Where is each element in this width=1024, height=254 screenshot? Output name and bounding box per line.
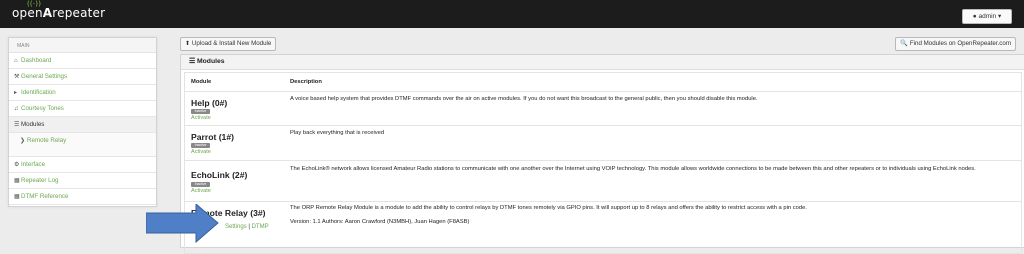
user-label: admin — [978, 13, 997, 20]
list-icon: ☰ — [14, 122, 20, 128]
sidebar-item-repeater-log[interactable]: ▦Repeater Log — [9, 173, 156, 189]
user-menu-button[interactable]: ● admin ▾ — [962, 9, 1012, 24]
module-row-help: Help (0#) Inactive Activate A voice base… — [185, 91, 1021, 125]
activate-link[interactable]: Activate — [191, 115, 211, 121]
annotation-arrow-icon — [146, 204, 219, 244]
module-version: Version: 1.1 Authors: Aaron Crawford (N3… — [290, 219, 470, 225]
module-description: Play back everything that is received — [290, 130, 385, 136]
settings-link[interactable]: Settings — [225, 224, 247, 230]
music-icon: ♫ — [14, 106, 19, 112]
signal-wave-icon: ((·)) — [27, 0, 42, 8]
upload-icon: ⬆ — [185, 40, 191, 47]
module-row-echolink: EchoLink (2#) Inactive Activate The Echo… — [185, 160, 1021, 201]
logo-text-a: A — [42, 6, 53, 20]
module-name: EchoLink (2#) — [191, 170, 248, 180]
sidebar-item-label: General Settings — [21, 73, 68, 80]
caret-down-icon: ▾ — [998, 13, 1002, 20]
sidebar-item-interface[interactable]: ⚙ Interface — [9, 157, 156, 173]
sidebar-item-label: DTMF Reference — [21, 193, 69, 200]
column-header-module: Module — [191, 79, 212, 85]
modules-table: Module Description Help (0#) Inactive Ac… — [184, 72, 1022, 254]
module-description: The ORP Remote Relay Module is a module … — [290, 205, 807, 211]
dtmf-link[interactable]: DTMP — [252, 224, 269, 230]
sidebar-item-label: Interface — [21, 161, 46, 168]
activate-link[interactable]: Activate — [191, 149, 211, 155]
sidebar-item-identification[interactable]: ▸ Identification — [9, 85, 156, 101]
upload-module-button[interactable]: ⬆ Upload & Install New Module — [180, 37, 277, 51]
sidebar-item-label: Repeater Log — [21, 177, 59, 184]
status-badge: Inactive — [191, 143, 210, 148]
top-navbar: openArepeater ((·)) ● admin ▾ — [0, 0, 1024, 28]
sidebar-divider — [9, 148, 156, 157]
module-name: Parrot (1#) — [191, 132, 234, 142]
status-badge: Inactive — [191, 182, 210, 187]
list-icon: ☰ — [189, 58, 196, 65]
search-icon: 🔍 — [900, 40, 909, 47]
link-separator: | — [248, 224, 250, 230]
upload-module-label: Upload & Install New Module — [191, 40, 272, 47]
module-row-parrot: Parrot (1#) Inactive Activate Play back … — [185, 125, 1021, 160]
log-icon: ▦ — [14, 178, 20, 184]
wrench-icon: ⚒ — [14, 74, 20, 80]
sidebar-item-label: Identification — [21, 89, 56, 96]
find-modules-button[interactable]: 🔍 Find Modules on OpenRepeater.com — [895, 37, 1016, 51]
sidebar-item-remote-relay[interactable]: ❯ Remote Relay — [9, 133, 156, 148]
chevron-right-icon: ❯ — [20, 138, 26, 144]
module-row-remote-relay: Remote Relay (3#) The ORP Remote Relay M… — [185, 201, 1021, 254]
sidebar-item-label: Courtesy Tones — [21, 105, 64, 112]
sidebar-item-general-settings[interactable]: ⚒ General Settings — [9, 69, 156, 85]
openrepeater-logo[interactable]: openArepeater ((·)) — [12, 0, 106, 20]
sidebar-item-courtesy-tones[interactable]: ♫ Courtesy Tones — [9, 101, 156, 117]
module-links: Settings | DTMP — [225, 224, 269, 230]
sidebar-item-label: Dashboard — [21, 57, 52, 64]
module-description: The EchoLink® network allows licensed Am… — [290, 166, 976, 172]
sidebar-item-modules[interactable]: ☰ Modules — [9, 117, 156, 133]
logo-text-open: open — [12, 6, 43, 20]
status-badge: Inactive — [191, 109, 210, 114]
sidebar-item-label: Modules — [21, 121, 45, 128]
activate-link[interactable]: Activate — [191, 188, 211, 194]
panel-title: Modules — [196, 58, 225, 65]
home-icon: ⌂ — [14, 58, 18, 64]
sidebar-item-label: Remote Relay — [27, 137, 67, 144]
gear-icon: ⚙ — [14, 162, 20, 168]
module-description: A voice based help system that provides … — [290, 96, 758, 102]
keypad-icon: ▦ — [14, 194, 20, 200]
sidebar-item-dashboard[interactable]: ⌂ Dashboard — [9, 53, 156, 69]
module-name: Help (0#) — [191, 98, 228, 108]
modules-panel: ☰ Modules Module Description Help (0#) I… — [180, 54, 1024, 254]
sidebar-header: MAIN — [9, 38, 156, 53]
bullhorn-icon: ▸ — [14, 90, 18, 96]
logo-text-repeater: repeater — [52, 6, 106, 20]
user-icon: ● — [972, 13, 977, 20]
panel-heading: ☰ Modules — [181, 55, 1024, 70]
find-modules-label: Find Modules on OpenRepeater.com — [909, 40, 1011, 47]
sidebar-item-dtmf-reference[interactable]: ▦DTMF Reference — [9, 189, 156, 205]
column-header-description: Description — [290, 79, 322, 85]
sidebar: MAIN ⌂ Dashboard ⚒ General Settings ▸ Ident… — [8, 37, 157, 207]
